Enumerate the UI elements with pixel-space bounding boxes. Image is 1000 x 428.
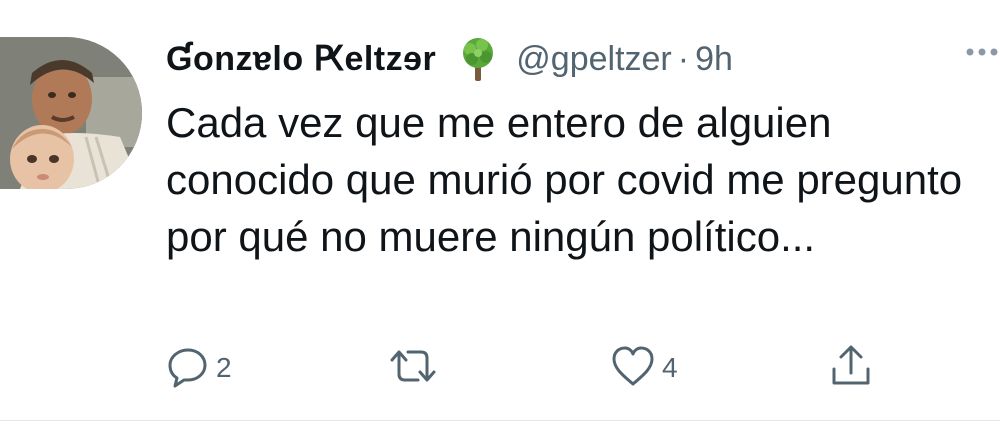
timestamp[interactable]: 9h <box>695 40 733 79</box>
tweet-card[interactable]: Ɠonzɐlo Ԗeltzɘr @gpeltzer · 9h Cada vez … <box>0 0 1000 428</box>
reply-icon <box>166 344 210 393</box>
reply-button[interactable]: 2 <box>166 338 232 398</box>
tweet-text: Cada vez que me entero de alguien conoci… <box>166 99 963 260</box>
heart-icon <box>610 344 656 393</box>
tweet-header: Ɠonzɐlo Ԗeltzɘr @gpeltzer · 9h <box>166 34 733 84</box>
tweet-actions: 2 4 <box>0 338 1000 398</box>
like-button[interactable]: 4 <box>610 338 678 398</box>
reply-count: 2 <box>216 352 232 383</box>
divider <box>0 420 1000 421</box>
avatar[interactable] <box>0 37 142 189</box>
retweet-icon <box>386 344 440 393</box>
separator-dot: · <box>677 39 690 78</box>
like-count: 4 <box>662 352 678 383</box>
author-handle[interactable]: @gpeltzer <box>516 40 671 79</box>
share-icon <box>828 343 874 394</box>
share-button[interactable] <box>828 338 874 398</box>
retweet-button[interactable] <box>386 338 446 398</box>
tree-icon <box>454 35 502 83</box>
more-options-icon[interactable] <box>964 42 1000 62</box>
author-name[interactable]: Ɠonzɐlo Ԗeltzɘr <box>166 39 436 79</box>
